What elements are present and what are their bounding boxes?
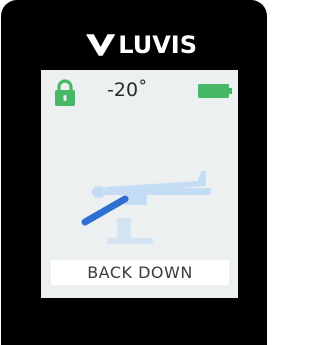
table-back-down-illustration bbox=[81, 171, 211, 244]
table-base bbox=[107, 238, 153, 244]
brand-logo: LUVIS bbox=[85, 28, 197, 62]
temperature-readout: -20˚ bbox=[107, 79, 148, 101]
mode-label: BACK DOWN bbox=[87, 263, 193, 282]
logo-mark-icon bbox=[85, 34, 116, 56]
display-screen: -20˚ BACK DOWN bbox=[41, 70, 238, 298]
mode-status-box: BACK DOWN bbox=[51, 260, 229, 285]
brand-name: LUVIS bbox=[118, 31, 197, 59]
patient-head bbox=[92, 186, 106, 198]
device: LUVIS -20˚ BACK DOWN bbox=[0, 0, 272, 345]
lock-icon bbox=[55, 79, 75, 106]
battery-full-icon bbox=[198, 84, 232, 98]
device-bezel: LUVIS -20˚ BACK DOWN bbox=[1, 0, 267, 345]
